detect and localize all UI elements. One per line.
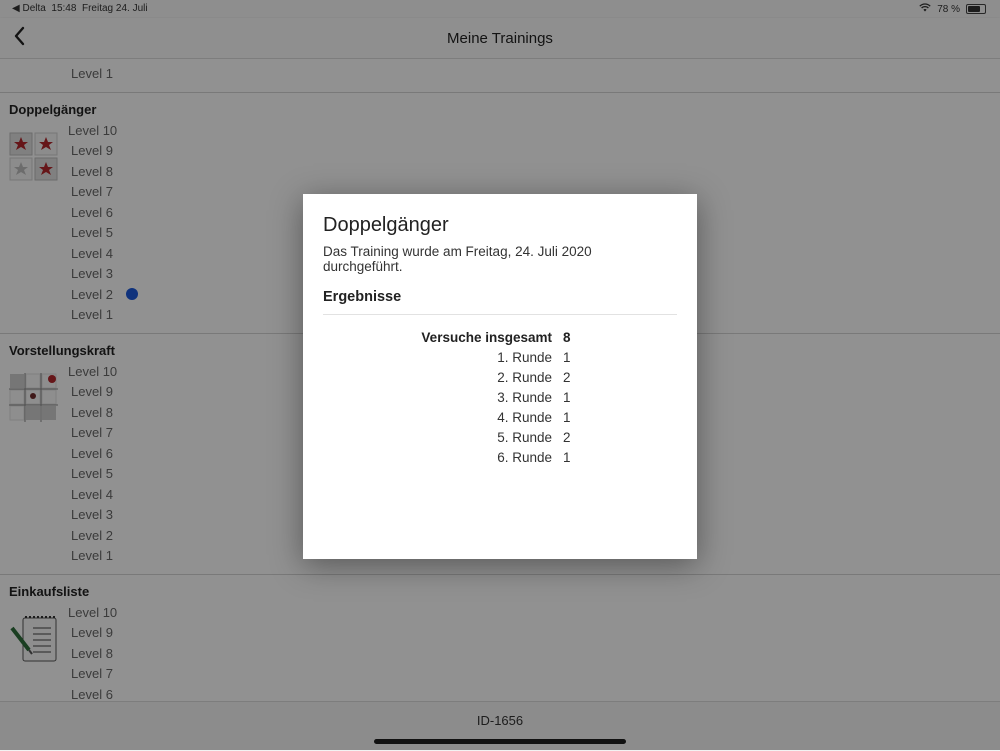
round-row: 3. Runde 1 bbox=[323, 390, 677, 410]
home-indicator[interactable] bbox=[374, 739, 626, 744]
total-label: Versuche insgesamt bbox=[421, 330, 552, 345]
round-value: 1 bbox=[563, 390, 571, 405]
total-value: 8 bbox=[563, 330, 571, 345]
round-row: 2. Runde 2 bbox=[323, 370, 677, 390]
round-row: 4. Runde 1 bbox=[323, 410, 677, 430]
result-dialog: Doppelgänger Das Training wurde am Freit… bbox=[303, 194, 697, 559]
round-label: 2. Runde bbox=[497, 370, 552, 385]
round-label: 3. Runde bbox=[497, 390, 552, 405]
dialog-title: Doppelgänger bbox=[323, 214, 449, 236]
results-total-row: Versuche insgesamt 8 bbox=[323, 330, 677, 350]
round-value: 1 bbox=[563, 350, 571, 365]
round-row: 6. Runde 1 bbox=[323, 450, 677, 470]
round-row: 5. Runde 2 bbox=[323, 430, 677, 450]
round-label: 5. Runde bbox=[497, 430, 552, 445]
round-value: 2 bbox=[563, 370, 571, 385]
round-label: 4. Runde bbox=[497, 410, 552, 425]
results-heading: Ergebnisse bbox=[323, 289, 402, 305]
round-value: 2 bbox=[563, 430, 571, 445]
round-value: 1 bbox=[563, 450, 571, 465]
round-label: 1. Runde bbox=[497, 350, 552, 365]
round-value: 1 bbox=[563, 410, 571, 425]
round-row: 1. Runde 1 bbox=[323, 350, 677, 370]
round-label: 6. Runde bbox=[497, 450, 552, 465]
dialog-description: Das Training wurde am Freitag, 24. Juli … bbox=[323, 244, 592, 274]
divider bbox=[323, 314, 677, 315]
